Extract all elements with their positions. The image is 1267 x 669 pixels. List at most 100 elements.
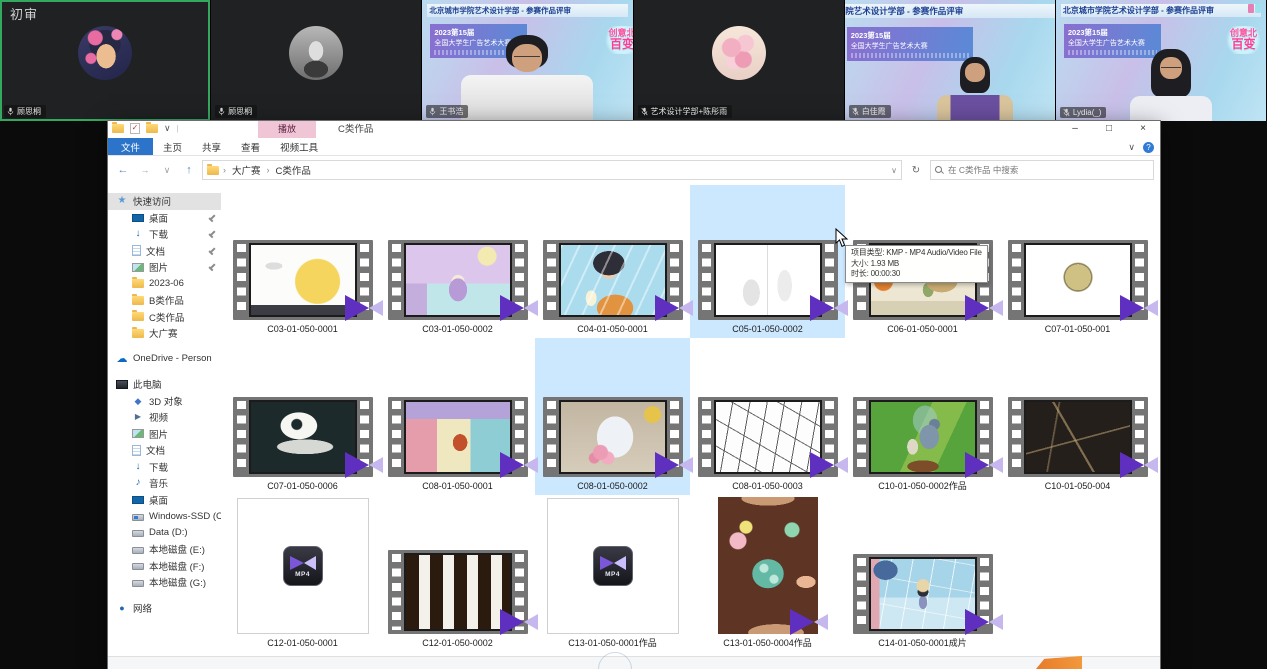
recent-locations-icon[interactable]: ∨ [158, 165, 176, 176]
address-dropdown-icon[interactable]: ∨ [891, 166, 897, 175]
sidebar-item[interactable]: 下载 [108, 226, 221, 243]
sidebar-item[interactable]: C类作品 [108, 309, 221, 326]
sidebar-item-label: C类作品 [149, 310, 184, 324]
file-item[interactable]: C14-01-050-0001成片 [845, 495, 1000, 652]
play-overlay-icon [345, 294, 383, 322]
view-options-icon[interactable] [1248, 4, 1261, 13]
tab-share[interactable]: 共享 [192, 138, 231, 155]
sidebar-item[interactable]: 音乐 [108, 475, 221, 492]
file-item[interactable]: C07-01-050-001 [1000, 185, 1155, 338]
file-item[interactable]: C08-01-050-0002 [535, 338, 690, 495]
sidebar-item-label: 图片 [149, 427, 168, 441]
minimize-button[interactable]: – [1058, 121, 1092, 138]
participant-name-tag: 艺术设计学部+陈彤雨 [638, 105, 733, 118]
download-icon [132, 462, 144, 472]
qat-dropdown-icon[interactable]: ∨ [164, 124, 171, 133]
sidebar-item[interactable]: 桌面 [108, 492, 221, 509]
sidebar-item[interactable]: 图片 [108, 426, 221, 443]
participant-tile[interactable]: 北京城市学院艺术设计学部 - 参赛作品评审 2023第15届全国大学生广告艺术大… [845, 0, 1056, 121]
file-item[interactable]: C07-01-050-0006 [225, 338, 380, 495]
file-item[interactable]: C08-01-050-0003 [690, 338, 845, 495]
search-input[interactable] [946, 164, 1149, 176]
sidebar-item[interactable]: 快速访问 [108, 193, 221, 210]
video-thumbnail [853, 554, 993, 634]
tab-home[interactable]: 主页 [153, 138, 192, 155]
participant-tile[interactable]: 北京城市学院艺术设计学部 - 参赛作品评审 2023第15届全国大学生广告艺术大… [1056, 0, 1267, 121]
breadcrumb-segment[interactable]: 大广赛 [230, 163, 263, 177]
new-folder-icon[interactable] [146, 124, 158, 133]
sidebar-item[interactable]: 视频 [108, 409, 221, 426]
search-icon [935, 166, 943, 174]
sidebar-item-label: 下载 [149, 460, 168, 474]
participant-tile[interactable]: 顾思桐 [211, 0, 422, 121]
close-button[interactable]: × [1126, 121, 1160, 138]
sidebar-item[interactable]: Windows-SSD (C: [108, 508, 221, 525]
sidebar-item[interactable]: 2023-06 [108, 276, 221, 293]
participant-tile[interactable]: 北京城市学院艺术设计学部 - 参赛作品评审 2023第15届全国大学生广告艺术大… [422, 0, 633, 121]
sidebar-item[interactable]: 大广赛 [108, 325, 221, 342]
video-thumbnail [543, 397, 683, 477]
help-icon[interactable]: ? [1143, 142, 1154, 153]
sidebar-item[interactable]: 网络 [108, 600, 221, 617]
sidebar-item[interactable]: B类作品 [108, 292, 221, 309]
file-item[interactable]: C08-01-050-0001 [380, 338, 535, 495]
screen: 顾思桐顾思桐 北京城市学院艺术设计学部 - 参赛作品评审 2023第15届全国大… [0, 0, 1267, 669]
tab-file[interactable]: 文件 [108, 138, 153, 155]
maximize-button[interactable]: □ [1092, 121, 1126, 138]
back-button[interactable]: ← [114, 164, 132, 176]
file-item[interactable]: MP4 C13-01-050-0001作品 [535, 495, 690, 652]
ribbon-expand-icon[interactable]: ∨ [1128, 143, 1135, 152]
file-item[interactable]: C04-01-050-0001 [535, 185, 690, 338]
drive-icon [132, 563, 144, 570]
sidebar-item-label: 本地磁盘 (F:) [149, 559, 204, 573]
sidebar-item[interactable]: 本地磁盘 (G:) [108, 574, 221, 591]
sidebar-item[interactable]: OneDrive - Person [108, 351, 221, 368]
sidebar-item[interactable]: 3D 对象 [108, 393, 221, 410]
sidebar-item[interactable]: 文档 [108, 243, 221, 260]
file-item[interactable]: C12-01-050-0002 [380, 495, 535, 652]
refresh-icon[interactable]: ↻ [906, 165, 926, 176]
participant-name: 顾思桐 [17, 106, 41, 117]
network-icon [116, 603, 128, 613]
sidebar-item[interactable]: Data (D:) [108, 525, 221, 542]
sidebar-item[interactable]: 本地磁盘 (E:) [108, 541, 221, 558]
participant-name: 王书浩 [439, 106, 463, 117]
forward-button[interactable]: → [136, 165, 154, 175]
folder-icon [132, 312, 144, 321]
breadcrumb[interactable]: › 大广赛 › C类作品 ∨ [202, 160, 902, 180]
file-item[interactable]: MP4 C12-01-050-0001 [225, 495, 380, 652]
properties-icon[interactable] [130, 123, 140, 134]
file-item[interactable]: C13-01-050-0004作品 [690, 495, 845, 652]
sidebar-item-label: Data (D:) [149, 527, 188, 538]
file-item[interactable]: C03-01-050-0001 [225, 185, 380, 338]
contextual-tab-play[interactable]: 播放 [258, 121, 316, 138]
up-button[interactable]: ↑ [180, 164, 198, 176]
file-item[interactable]: C03-01-050-0002 [380, 185, 535, 338]
tab-video-tools[interactable]: 视频工具 [270, 138, 328, 155]
file-name: C07-01-050-0006 [267, 480, 338, 492]
sidebar-item[interactable]: 此电脑 [108, 376, 221, 393]
desktop-icon [132, 496, 144, 504]
folder-icon [132, 296, 144, 305]
video-thumbnail [388, 397, 528, 477]
breadcrumb-segment[interactable]: C类作品 [274, 163, 313, 177]
sidebar-item[interactable]: 桌面 [108, 210, 221, 227]
pin-icon [206, 229, 217, 240]
play-overlay-icon [1120, 294, 1158, 322]
window-title: C类作品 [338, 121, 373, 138]
folder-icon[interactable] [112, 124, 124, 133]
sidebar-item[interactable]: 图片 [108, 259, 221, 276]
tab-view[interactable]: 查看 [231, 138, 270, 155]
file-item[interactable]: C10-01-050-004 [1000, 338, 1155, 495]
video-thumbnail [718, 497, 818, 634]
file-name: C06-01-050-0001 [887, 323, 958, 335]
file-item[interactable]: C10-01-050-0002作品 [845, 338, 1000, 495]
video-thumbnail [698, 240, 838, 320]
participant-tile[interactable]: 艺术设计学部+陈彤雨 [634, 0, 845, 121]
file-item[interactable]: C05-01-050-0002 [690, 185, 845, 338]
sidebar-item[interactable]: 本地磁盘 (F:) [108, 558, 221, 575]
sidebar-item[interactable]: 文档 [108, 442, 221, 459]
files-pane: C03-01-050-0001 C03-01-050-0002 C04-01-0… [221, 185, 1160, 656]
sidebar-item[interactable]: 下载 [108, 459, 221, 476]
breadcrumb-separator: › [223, 165, 226, 175]
